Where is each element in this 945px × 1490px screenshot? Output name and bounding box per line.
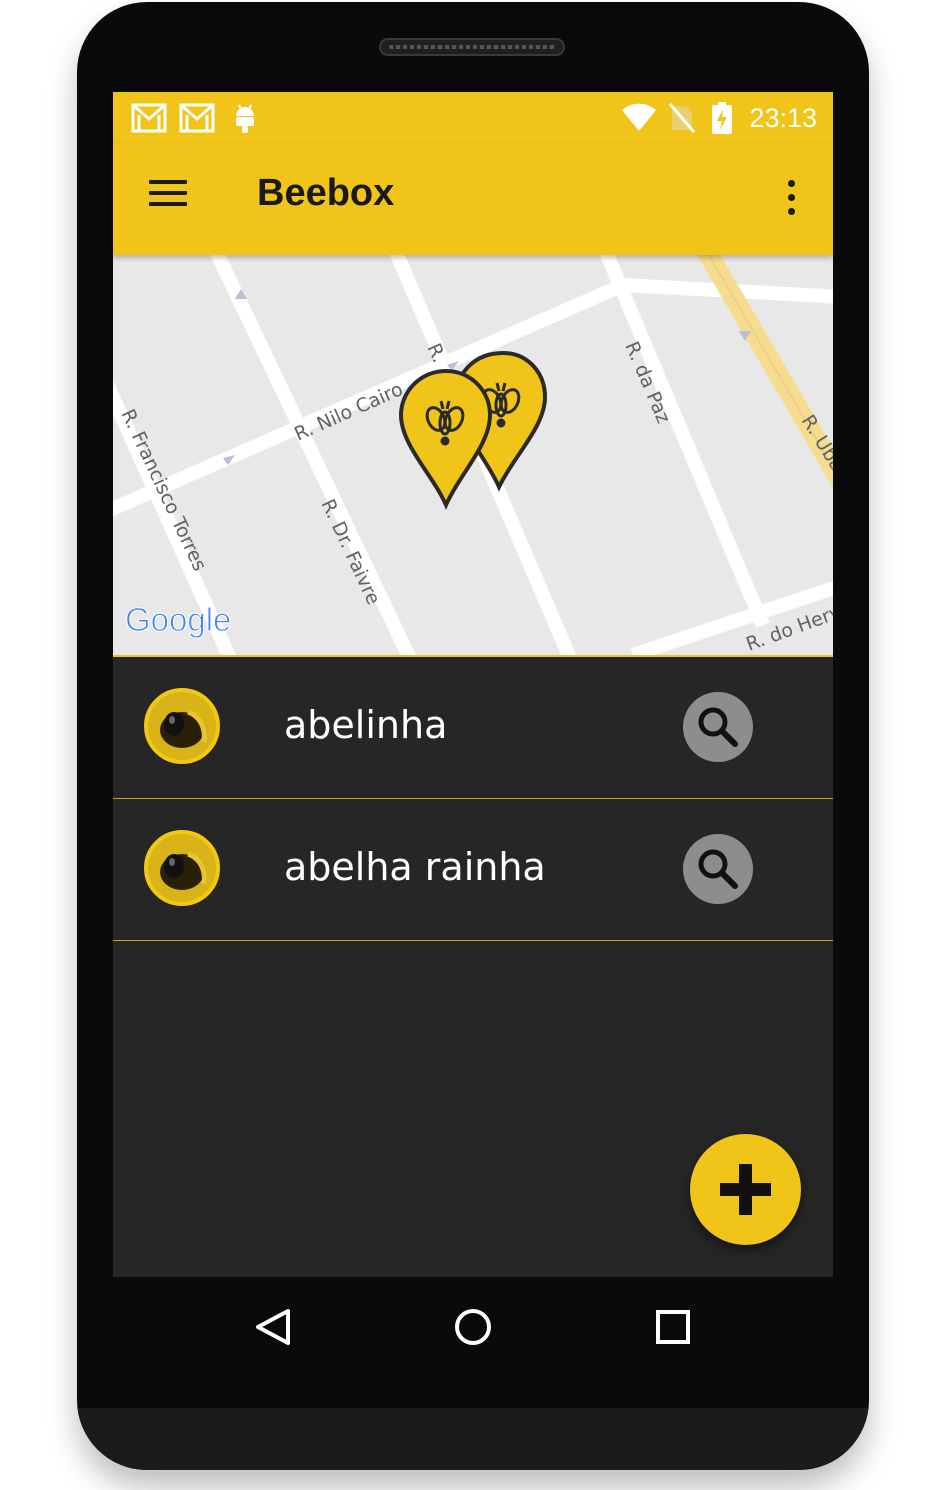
street-label: R. Nilo Cairo <box>291 378 406 445</box>
status-bar: 23:13 <box>113 92 833 144</box>
list-item[interactable]: abelha rainha <box>113 799 833 941</box>
status-time: 23:13 <box>749 103 817 133</box>
hive-name: abelinha <box>284 703 448 747</box>
app-screen: 23:13 Beebox R. Nilo Cairo R. Francisco … <box>113 92 833 1277</box>
battery-charging-icon <box>711 92 733 144</box>
street-label: R. Francisco Torres <box>116 406 210 575</box>
bee-marker-icon[interactable] <box>398 368 493 511</box>
google-logo: Google <box>125 601 231 638</box>
android-icon <box>233 92 257 144</box>
hive-name: abelha rainha <box>284 845 546 889</box>
phone-chin <box>77 1408 869 1470</box>
gmail-icon <box>131 92 167 144</box>
plus-icon <box>720 1164 771 1215</box>
nav-bar <box>113 1277 833 1377</box>
recents-icon[interactable] <box>643 1297 703 1357</box>
no-sim-icon <box>669 92 695 144</box>
app-title: Beebox <box>257 172 395 214</box>
hamburger-menu-icon[interactable] <box>149 180 189 210</box>
bee-avatar <box>144 830 220 906</box>
search-icon[interactable] <box>683 692 753 762</box>
earpiece-speaker <box>379 38 565 56</box>
add-hive-button[interactable] <box>690 1134 801 1245</box>
wifi-icon <box>621 92 657 144</box>
street-label: R. Dr. Faivre <box>316 496 384 608</box>
gmail-icon <box>179 92 215 144</box>
more-vert-icon[interactable] <box>779 178 803 218</box>
back-icon[interactable] <box>243 1297 303 1357</box>
list-item[interactable]: abelinha <box>113 657 833 799</box>
home-icon[interactable] <box>443 1297 503 1357</box>
search-icon[interactable] <box>683 834 753 904</box>
street-label: R. Ubar <box>797 411 833 482</box>
bee-avatar <box>144 688 220 764</box>
map-view[interactable]: R. Nilo Cairo R. Francisco Torres R. Dr.… <box>113 255 833 655</box>
app-bar: Beebox <box>113 144 833 255</box>
